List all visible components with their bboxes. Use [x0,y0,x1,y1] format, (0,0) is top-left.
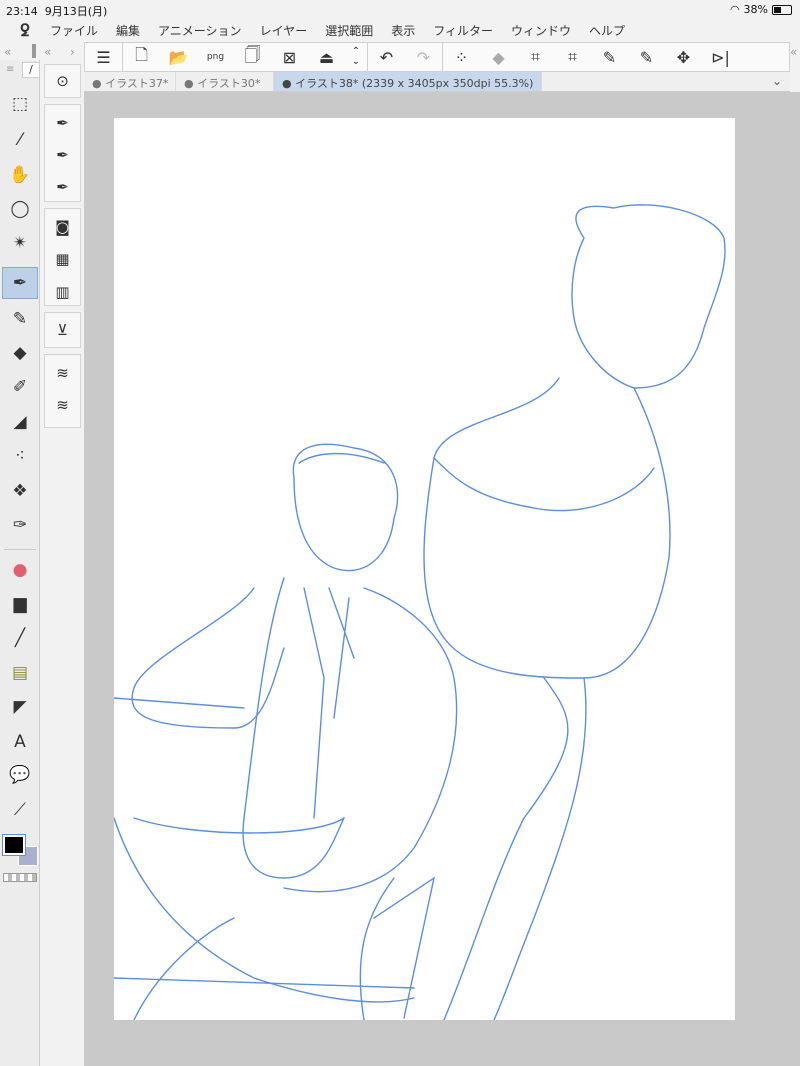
stepper-icon[interactable]: ⌃ ⌄ [345,43,367,71]
battery-icon [772,4,792,15]
canvas-paper[interactable] [113,118,735,1021]
menu-view[interactable]: 表示 [391,22,415,39]
new-canvas-icon[interactable]: 🗋 [123,43,160,71]
gradient-tool-icon[interactable]: ▆ [2,588,38,620]
main-color-swatch[interactable] [2,834,26,856]
menu-selection[interactable]: 選択範囲 [325,22,373,39]
date: 9月13日(月) [44,5,108,18]
hand-tool-icon[interactable]: ✋ [2,159,38,191]
marker-tool-icon[interactable]: ◢ [2,406,38,438]
auto-select-tool-icon[interactable]: ✴ [2,227,38,259]
color-wheel-icon[interactable]: ◙ [44,212,81,242]
chevron-down-icon[interactable]: ⌄ [772,74,782,88]
menu-file[interactable]: ファイル [50,22,98,39]
status-bar: 23:14 9月13日(月) ◠ 38% [0,0,800,18]
palette-menu-icon[interactable]: ≡ [6,64,14,75]
material-icon[interactable]: ⊻ [44,315,81,345]
layers-icon[interactable]: ≋ [44,390,81,420]
fill-tool-icon[interactable]: ● [2,554,38,586]
panel-handle[interactable] [32,44,36,58]
free-transform-icon[interactable]: ⌗ [554,43,591,71]
text-tool-icon[interactable]: A [2,726,38,758]
time: 23:14 [6,5,38,18]
import-icon[interactable]: ⏏ [308,43,345,71]
redo-icon[interactable]: ↷ [405,43,442,71]
tab-illust38[interactable]: ● イラスト38* (2339 x 3405px 350dpi 55.3%) [274,72,543,91]
eyedropper-tool-icon[interactable]: ⁄ [2,124,38,156]
collapse-left-icon[interactable]: « [4,45,11,59]
pen-icon[interactable]: ✎ [591,43,628,71]
airbrush-tool-icon[interactable]: ⁖ [2,440,38,472]
wifi-icon: ◠ [729,3,740,16]
export-png-icon[interactable]: png [197,43,234,71]
tab-illust30[interactable]: ● イラスト30* [176,72,274,91]
color-set-icon[interactable]: ▦ [44,244,81,274]
menu-animation[interactable]: アニメーション [158,22,242,39]
menu-filter[interactable]: フィルター [433,22,493,39]
brush-tool-icon[interactable]: ✐ [2,371,38,403]
navigator-icon[interactable]: ⊙ [44,66,81,96]
menu-window[interactable]: ウィンドウ [511,22,571,39]
menu-layer[interactable]: レイヤー [260,22,308,39]
expand-icon[interactable]: › [70,45,75,59]
collapse-sub-icon[interactable]: « [44,45,51,59]
flip-icon[interactable]: ⊳| [702,43,739,71]
lasso-tool-icon[interactable]: ◯ [2,193,38,225]
eraser-tool-icon[interactable]: ◆ [2,337,38,369]
menu-icon[interactable]: ☰ [85,43,122,71]
battery-percent: 38% [743,3,768,16]
menu-edit[interactable]: 編集 [116,22,140,39]
pen2-icon[interactable]: ✎ [628,43,665,71]
correct-line-tool-icon[interactable]: ⟋ [2,794,38,826]
command-bar: ☰ 🗋 📂 png 🗍 ⊠ ⏏ ⌃ ⌄ ↶ ↷ ⁘ ◆ ⌗ ⌗ ✎ ✎ ✥ ⊳| [84,42,790,72]
deselect-icon[interactable]: ⁘ [443,43,480,71]
sketch-drawing [113,204,726,1021]
decoration-tool-icon[interactable]: ❖ [2,475,38,507]
pen-tool-icon[interactable]: ✒ [2,267,38,299]
brush-size-icon[interactable]: ✒ [44,172,81,202]
undo-icon[interactable]: ↶ [368,43,405,71]
fill-icon[interactable]: ◆ [480,43,517,71]
tab-illust37[interactable]: ● イラスト37* [84,72,176,91]
document-tabs: ● イラスト37* ● イラスト30* ● イラスト38* (2339 x 34… [84,72,790,92]
sub-tool-detail-icon[interactable]: ✒ [44,140,81,170]
collapse-right-icon[interactable]: « [790,45,797,59]
line-tool-icon[interactable]: ╱ [2,622,38,654]
menu-bar: ꝿ ファイル 編集 アニメーション レイヤー 選択範囲 表示 フィルター ウィン… [0,18,800,42]
app-logo-icon[interactable]: ꝿ [0,19,50,41]
layer-property-icon[interactable]: ≋ [44,358,81,388]
fit-icon[interactable]: ⊠ [271,43,308,71]
divider [4,549,36,550]
ruler-tool-icon[interactable]: ◤ [2,691,38,723]
balloon-tool-icon[interactable]: 💬 [2,759,38,791]
menu-help[interactable]: ヘルプ [589,22,625,39]
transparent-color-swatch[interactable] [3,873,37,882]
move-icon[interactable]: ✥ [665,43,702,71]
frame-tool-icon[interactable]: ▤ [2,657,38,689]
blend-tool-icon[interactable]: ✑ [2,509,38,541]
operation-tool-icon[interactable]: ⬚ [2,88,38,120]
animation-timeline-icon[interactable]: ▥ [44,277,81,307]
save-icon[interactable]: 🗍 [234,43,271,71]
palette-tab-pen-icon[interactable]: / [22,62,40,78]
pencil-tool-icon[interactable]: ✎ [2,303,38,335]
tool-palette: ≡ / ⬚ ⁄ ✋ ◯ ✴ ✒ ✎ ◆ ✐ ◢ ⁖ ❖ ✑ ● ▆ ╱ ▤ ◤ … [0,60,40,1066]
tool-property-icon[interactable]: ✒ [44,108,81,138]
transform-icon[interactable]: ⌗ [517,43,554,71]
open-icon[interactable]: 📂 [160,43,197,71]
